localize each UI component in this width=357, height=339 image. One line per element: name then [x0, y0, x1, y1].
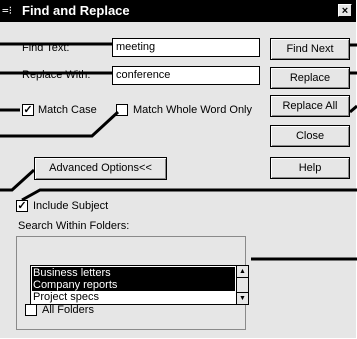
match-case-checkbox[interactable]: ✓ — [22, 104, 34, 116]
help-button[interactable]: Help — [270, 157, 350, 179]
match-whole-word-label: Match Whole Word Only — [133, 104, 253, 116]
advanced-options-button[interactable]: Advanced Options<< — [34, 157, 167, 180]
scroll-down-icon[interactable]: ▼ — [237, 292, 248, 304]
dialog-title: Find and Replace — [22, 3, 130, 18]
all-folders-checkbox[interactable] — [25, 304, 37, 316]
callout-replace-all — [349, 104, 357, 114]
include-subject-checkbox[interactable]: ✓ — [16, 200, 28, 212]
replace-with-input[interactable]: conference — [112, 66, 260, 85]
close-icon[interactable]: × — [338, 4, 352, 17]
folders-listbox[interactable]: Business letters Company reports Project… — [30, 265, 249, 305]
close-button[interactable]: Close — [270, 125, 350, 147]
all-folders-label: All Folders — [42, 304, 94, 316]
list-item[interactable]: Business letters — [32, 267, 235, 279]
find-next-button[interactable]: Find Next — [270, 38, 350, 60]
include-subject-label: Include Subject — [33, 200, 109, 212]
callout-advanced — [0, 168, 36, 192]
list-item[interactable]: Company reports — [32, 279, 235, 291]
title-bar[interactable]: =⁝ Find and Replace × — [0, 0, 356, 22]
folders-scrollbar[interactable]: ▲ ▼ — [236, 266, 248, 304]
find-replace-dialog: =⁝ Find and Replace × Find Text: meeting… — [0, 0, 357, 338]
replace-with-label: Replace With: — [22, 69, 91, 81]
list-item[interactable]: Project specs — [32, 291, 235, 303]
scroll-up-icon[interactable]: ▲ — [237, 266, 248, 278]
find-text-input[interactable]: meeting — [112, 38, 260, 57]
search-folders-label: Search Within Folders: — [16, 219, 132, 233]
replace-all-button[interactable]: Replace All — [270, 95, 350, 117]
match-whole-word-checkbox[interactable] — [116, 104, 128, 116]
replace-button[interactable]: Replace — [270, 67, 350, 89]
match-case-label: Match Case — [38, 104, 97, 116]
find-text-label: Find Text: — [22, 42, 70, 54]
app-icon: =⁝ — [2, 4, 13, 17]
